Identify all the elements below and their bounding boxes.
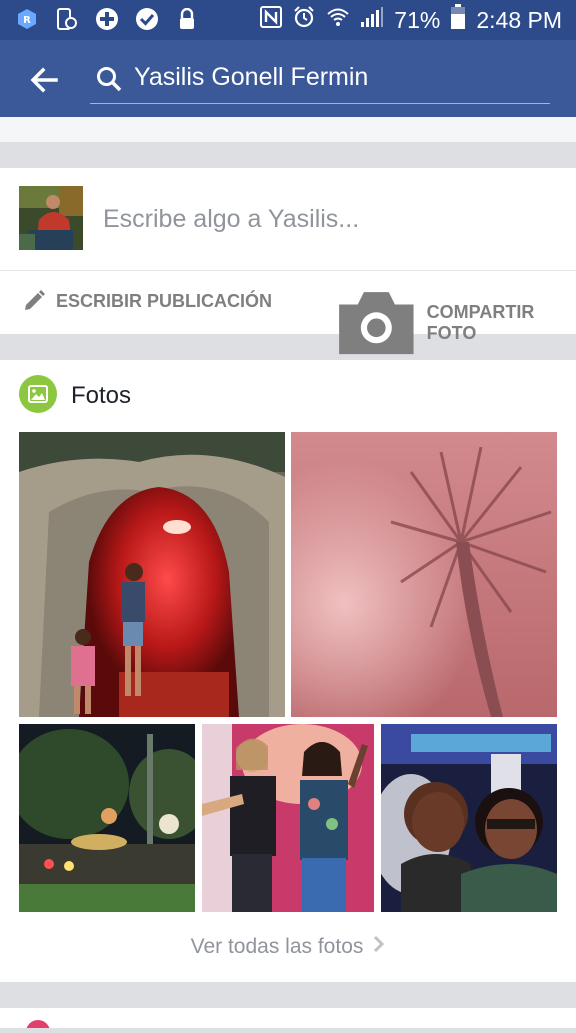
app-bar: Yasilis Gonell Fermin bbox=[0, 40, 576, 117]
svg-text:R: R bbox=[23, 15, 31, 26]
clock: 2:48 PM bbox=[476, 6, 562, 33]
battery-percent: 71% bbox=[394, 6, 441, 33]
alarm-icon bbox=[292, 5, 316, 35]
avatar[interactable] bbox=[19, 186, 83, 250]
photo-thumbnail-selfie[interactable] bbox=[381, 724, 557, 912]
write-post-button[interactable]: ESCRIBIR PUBLICACIÓN bbox=[22, 289, 272, 313]
share-photo-label: COMPARTIR FOTO bbox=[426, 302, 535, 344]
post-composer: Escribe algo a Yasilis... ESCRIBIR PUBLI… bbox=[0, 168, 576, 355]
photo-thumbnail-friends[interactable] bbox=[202, 724, 374, 912]
nfc-icon bbox=[260, 6, 283, 34]
pencil-icon bbox=[25, 290, 45, 310]
photo-thumbnail-palm[interactable] bbox=[291, 432, 557, 717]
photos-section: Fotos Ver todas las fotos bbox=[0, 360, 576, 982]
see-all-photos-label: Ver todas las fotos bbox=[190, 935, 364, 958]
lock-icon bbox=[174, 6, 200, 32]
photo-thumbnail-cave[interactable] bbox=[19, 432, 285, 717]
next-section bbox=[0, 1008, 576, 1033]
wifi-icon bbox=[326, 6, 350, 34]
share-photo-button[interactable]: COMPARTIR FOTO bbox=[336, 289, 534, 357]
see-all-photos-link[interactable]: Ver todas las fotos bbox=[0, 935, 576, 959]
device-clock-icon bbox=[54, 6, 80, 32]
signal-icon bbox=[360, 6, 384, 34]
search-query: Yasilis Gonell Fermin bbox=[134, 63, 369, 91]
photo-thumbnail-night-street[interactable] bbox=[19, 724, 195, 912]
photos-title: Fotos bbox=[71, 382, 132, 409]
app-notification-icon: R bbox=[14, 6, 40, 32]
composer-prompt[interactable]: Escribe algo a Yasilis... bbox=[103, 205, 359, 234]
sheet-top-strip bbox=[0, 117, 576, 142]
status-bar: R 71% 2:48 PM bbox=[0, 0, 576, 40]
write-post-label: ESCRIBIR PUBLICACIÓN bbox=[56, 290, 273, 311]
camera-icon bbox=[339, 292, 414, 355]
check-circle-icon bbox=[134, 6, 160, 32]
arrow-left-icon bbox=[30, 67, 58, 93]
search-icon bbox=[96, 66, 122, 92]
chevron-right-icon bbox=[373, 935, 385, 959]
plus-circle-icon bbox=[94, 6, 120, 32]
battery-icon bbox=[450, 4, 466, 36]
composer-divider bbox=[0, 270, 576, 271]
search-field[interactable]: Yasilis Gonell Fermin bbox=[90, 54, 550, 104]
back-button[interactable] bbox=[26, 62, 62, 98]
photo-gallery-icon bbox=[19, 375, 57, 413]
